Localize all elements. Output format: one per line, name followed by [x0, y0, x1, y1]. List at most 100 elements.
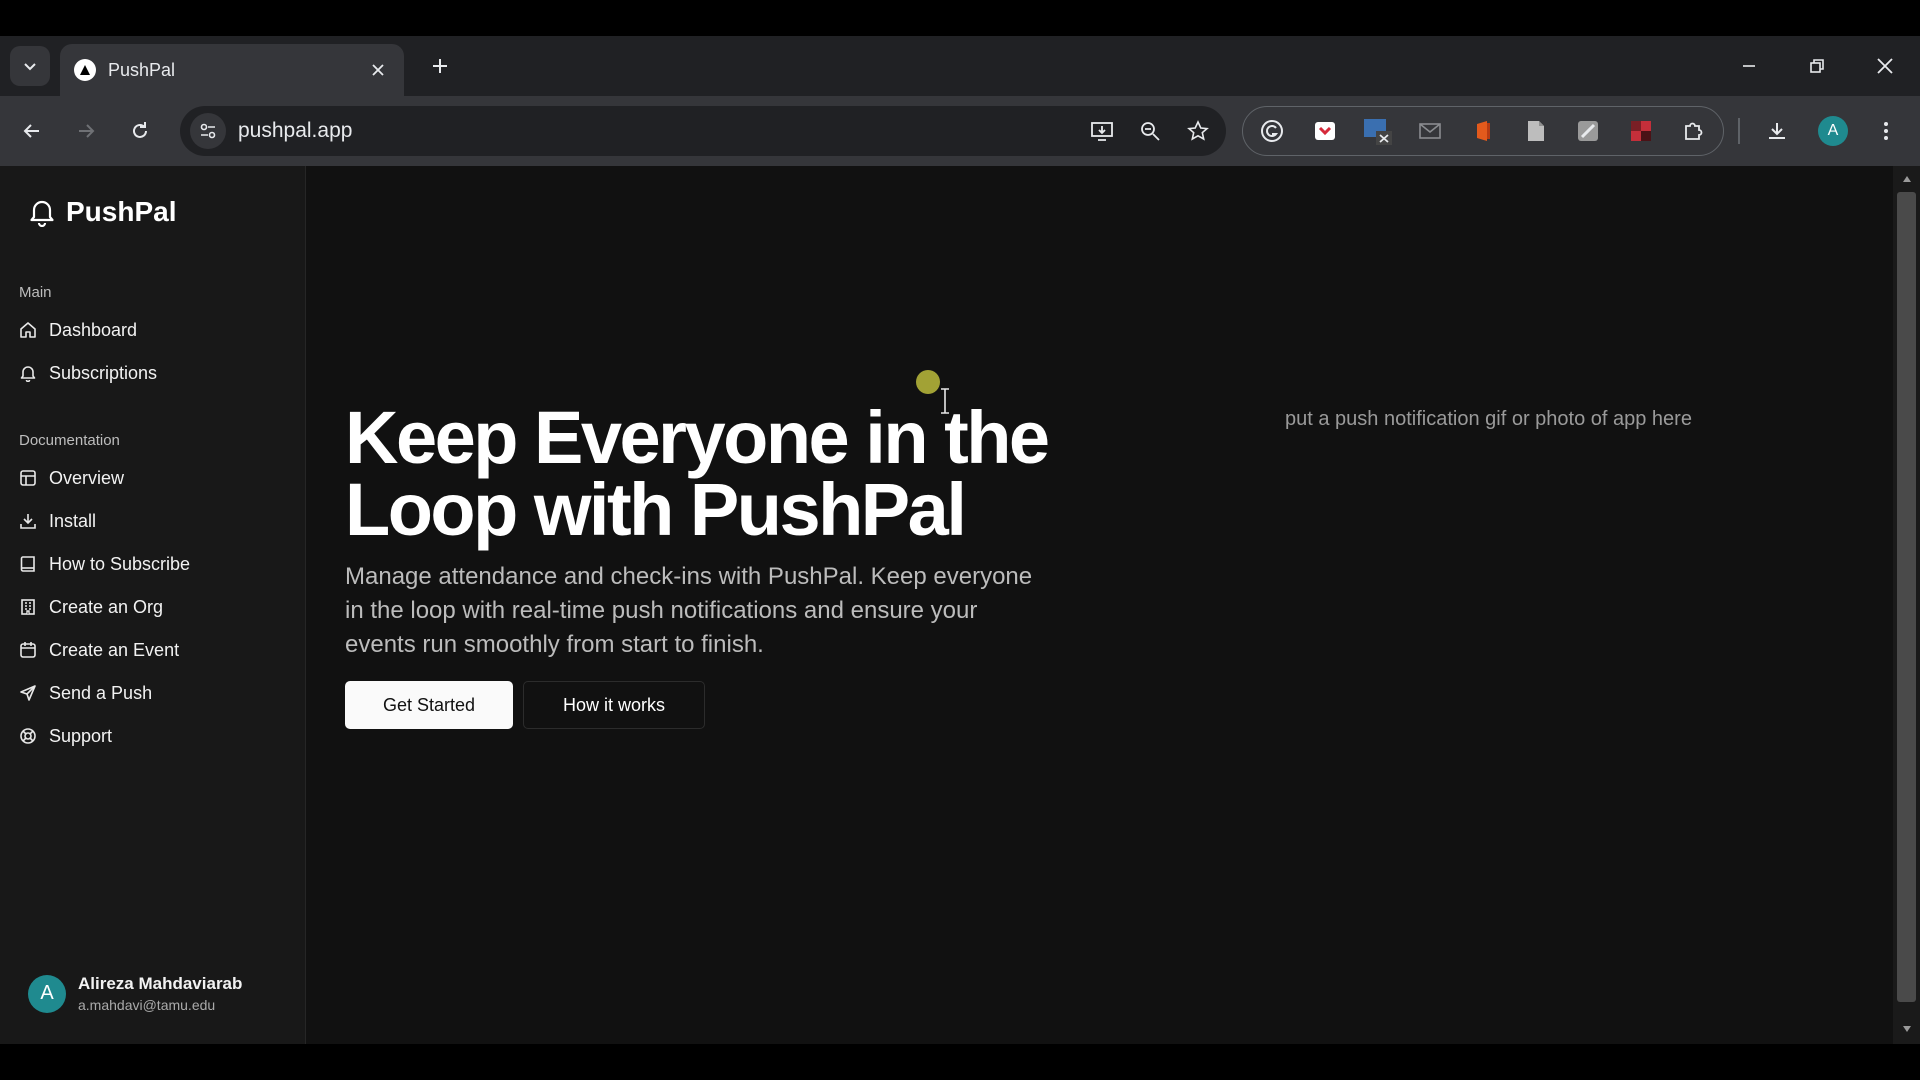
sidebar-item-label: Overview [49, 467, 125, 488]
back-button[interactable] [14, 113, 50, 149]
user-name: Alireza Mahdaviarab [78, 974, 243, 993]
sidebar-item-create-an-event[interactable]: Create an Event [19, 633, 289, 667]
brand-name: PushPal [66, 196, 177, 227]
office-icon [1477, 121, 1491, 141]
arrow-left-icon [23, 124, 39, 138]
extensions-menu-button[interactable] [1674, 111, 1713, 151]
user-info: Alireza Mahdaviarab a.mahdavi@tamu.edu [78, 974, 242, 1013]
minimize-window-button[interactable] [1724, 46, 1774, 86]
bookmark-button[interactable] [1178, 111, 1218, 151]
grid-icon [1631, 121, 1652, 141]
sidebar-item-support[interactable]: Support [19, 719, 289, 753]
brand[interactable]: PushPal [28, 196, 176, 228]
tab-title: PushPal [108, 59, 176, 80]
site-info-button[interactable] [190, 113, 226, 149]
send-icon [20, 685, 36, 701]
reload-button[interactable] [122, 113, 158, 149]
pushpal-favicon-icon [74, 59, 96, 81]
tab-search-button[interactable] [10, 46, 50, 86]
close-window-button[interactable] [1860, 46, 1910, 86]
grid-extension[interactable] [1622, 111, 1661, 151]
chevron-down-icon [24, 63, 36, 71]
bell-icon [20, 366, 36, 382]
office-extension[interactable] [1464, 111, 1503, 151]
restore-window-button[interactable] [1792, 46, 1842, 86]
arrow-right-icon [79, 124, 95, 138]
book-icon [20, 556, 35, 572]
close-tab-button[interactable] [366, 58, 390, 82]
sidebar-item-create-an-org[interactable]: Create an Org [19, 590, 289, 624]
section-label-main: Main [19, 284, 52, 301]
zoom-button[interactable] [1130, 111, 1170, 151]
browser-toolbar: pushpal.app A [0, 96, 1920, 166]
pocket-icon [1315, 122, 1335, 140]
new-tab-button[interactable] [424, 50, 456, 82]
slash-extension[interactable] [1569, 111, 1608, 151]
sidebar-item-dashboard[interactable]: Dashboard [19, 313, 289, 347]
scroll-down-button[interactable] [1893, 1018, 1920, 1040]
kebab-menu-icon [1884, 122, 1888, 140]
profile-button[interactable]: A [1813, 111, 1853, 151]
calendar-icon [20, 642, 36, 658]
browser-menu-button[interactable] [1866, 111, 1906, 151]
close-icon [1877, 58, 1893, 74]
bell-icon [30, 200, 54, 227]
sidebar-item-label: Create an Org [49, 596, 164, 617]
forward-button[interactable] [68, 113, 104, 149]
text-cursor-icon [941, 388, 949, 414]
layout-icon [20, 470, 36, 486]
downloads-button[interactable] [1757, 111, 1797, 151]
sidebar-item-send-a-push[interactable]: Send a Push [19, 676, 289, 710]
browser-tab-active[interactable]: PushPal [60, 44, 404, 96]
sidebar-item-overview[interactable]: Overview [19, 461, 289, 495]
get-started-button[interactable]: Get Started [345, 681, 513, 729]
mail-extension[interactable] [1411, 111, 1450, 151]
zoom-out-icon [1141, 122, 1160, 141]
triangle-down-icon [1902, 1026, 1911, 1032]
user-profile[interactable]: A Alireza Mahdaviarab a.mahdavi@tamu.edu [28, 974, 242, 1013]
section-label-documentation: Documentation [19, 432, 120, 449]
screen-top-bar [0, 0, 1920, 36]
sidebar-item-subscriptions[interactable]: Subscriptions [19, 356, 289, 390]
restore-icon [1810, 59, 1824, 73]
sidebar-item-label: Dashboard [49, 319, 138, 340]
scrollbar-thumb[interactable] [1897, 192, 1916, 1002]
document-extension[interactable] [1516, 111, 1555, 151]
url-text[interactable]: pushpal.app [238, 119, 1082, 143]
install-app-button[interactable] [1082, 111, 1122, 151]
hero-subtitle: Manage attendance and check-ins with Pus… [345, 563, 1033, 658]
sidebar-item-how-to-subscribe[interactable]: How to Subscribe [19, 547, 289, 581]
sidebar-item-label: Support [49, 725, 113, 746]
browser-tab-strip: PushPal [0, 36, 1920, 96]
scroll-up-button[interactable] [1893, 168, 1920, 190]
minimize-icon [1743, 65, 1755, 67]
sidebar-item-label: Subscriptions [49, 362, 158, 383]
sidebar-item-label: Send a Push [49, 682, 153, 703]
install-app-icon [1091, 122, 1113, 141]
tune-icon [200, 123, 216, 139]
document-icon [1527, 121, 1544, 141]
hero-title: Keep Everyone in the Loop with PushPal [345, 396, 1050, 551]
address-bar[interactable]: pushpal.app [180, 106, 1226, 156]
download-icon [20, 514, 36, 529]
grammarly-icon [1261, 120, 1284, 142]
sidebar-item-label: Create an Event [49, 639, 180, 660]
triangle-up-icon [1902, 176, 1911, 182]
plus-icon [433, 59, 447, 73]
user-email: a.mahdavi@tamu.edu [78, 997, 216, 1013]
pocket-extension[interactable] [1306, 111, 1345, 151]
sidebar: PushPal Main Dashboard Subscriptions Doc… [0, 166, 306, 1044]
reload-icon [133, 122, 147, 138]
slash-icon [1578, 121, 1599, 141]
page-scrollbar[interactable] [1893, 166, 1920, 1044]
extensions-group [1242, 106, 1724, 156]
close-icon [372, 64, 384, 76]
sidebar-item-install[interactable]: Install [19, 504, 289, 538]
cursor-highlight [916, 370, 940, 394]
window-extension[interactable] [1358, 111, 1397, 151]
how-it-works-button[interactable]: How it works [523, 681, 705, 729]
grammarly-extension[interactable] [1253, 111, 1292, 151]
sidebar-item-label: How to Subscribe [49, 553, 191, 574]
screen-bottom-bar [0, 1044, 1920, 1080]
star-icon [1187, 120, 1209, 141]
